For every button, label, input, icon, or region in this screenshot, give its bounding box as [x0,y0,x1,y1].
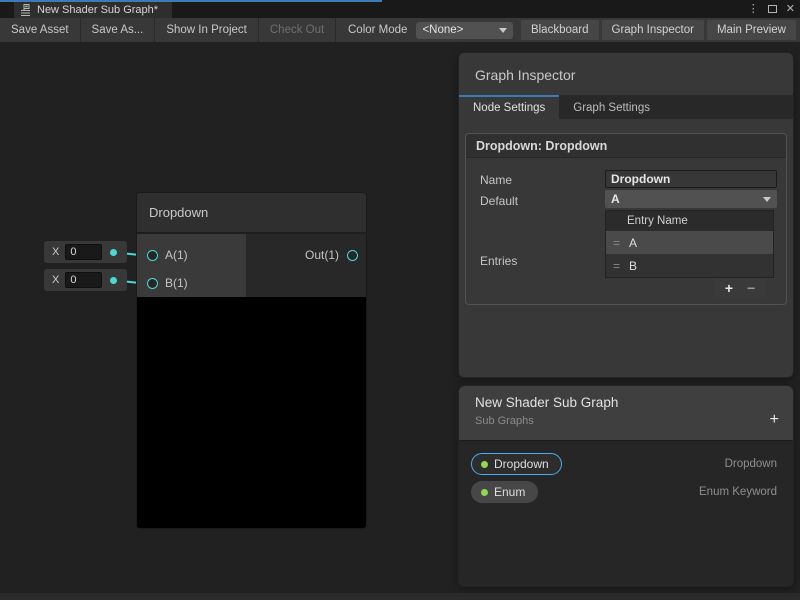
toolbar: Save Asset Save As... Show In Project Ch… [0,18,800,42]
show-in-project-button[interactable]: Show In Project [155,18,259,42]
output-port-label: Out(1) [305,248,339,262]
property-dot-icon [481,489,488,496]
blackboard-panel: New Shader Sub Graph Sub Graphs + Dropdo… [458,385,794,587]
window-controls: ⋮ ✕ [748,0,795,18]
check-out-button: Check Out [259,18,336,42]
default-dropdown[interactable]: A [605,190,777,208]
section-body: Name Default A Entries Entry Name = A = [466,158,786,304]
chevron-down-icon [763,197,771,202]
dropdown-settings-section: Dropdown: Dropdown Name Default A Entrie… [465,133,787,305]
port-value-widget-a: X [44,241,127,263]
input-port-icon[interactable] [147,278,158,289]
default-label: Default [480,194,518,208]
inspector-tabs: Node Settings Graph Settings [459,95,793,119]
tab-graph-settings[interactable]: Graph Settings [559,95,664,119]
main-preview-toggle-button[interactable]: Main Preview [707,20,796,40]
entry-row-a[interactable]: = A [606,231,773,254]
save-as-button[interactable]: Save As... [81,18,156,42]
color-mode-group: Color Mode <None> [348,18,513,42]
inspector-title: Graph Inspector [459,53,793,95]
graph-inspector-toggle-button[interactable]: Graph Inspector [602,20,704,40]
port-connector-dot[interactable] [110,277,117,284]
blackboard-subtitle: Sub Graphs [475,415,534,427]
tab-bar: New Shader Sub Graph* ⋮ ✕ [0,0,800,18]
dropdown-property-pill[interactable]: Dropdown [471,453,562,475]
blackboard-row-dropdown: Dropdown Dropdown [459,450,793,478]
node-preview [137,297,366,528]
property-type: Enum Keyword [699,486,777,498]
tab-title: New Shader Sub Graph* [37,4,158,16]
entry-name: A [629,236,637,250]
blackboard-row-enum: Enum Enum Keyword [459,478,793,506]
toolbar-left-group: Save Asset Save As... Show In Project Ch… [0,18,336,42]
property-type: Dropdown [725,458,777,470]
remove-entry-button[interactable]: − [747,281,755,295]
menu-icon[interactable]: ⋮ [748,4,759,15]
section-header: Dropdown: Dropdown [466,134,786,158]
drag-handle-icon[interactable]: = [613,259,620,273]
axis-label: X [52,274,59,286]
property-name: Enum [494,485,525,499]
add-entry-button[interactable]: + [725,281,733,295]
node-inputs: A(1) B(1) [137,234,246,297]
color-mode-value: <None> [422,24,463,36]
entry-name: B [629,259,637,273]
input-port-icon[interactable] [147,250,158,261]
graph-inspector-panel: Graph Inspector Node Settings Graph Sett… [458,52,794,378]
entries-list-footer: + − [714,278,766,298]
node-title: Dropdown [149,205,208,220]
blackboard-title: New Shader Sub Graph [475,395,618,410]
enum-property-pill[interactable]: Enum [471,481,538,503]
port-value-input-a[interactable] [65,244,102,260]
port-value-widget-b: X [44,269,127,291]
port-connector-dot[interactable] [110,249,117,256]
add-property-button[interactable]: + [770,412,779,428]
tab-new-shader-sub-graph[interactable]: New Shader Sub Graph* [14,2,172,18]
blackboard-toggle-button[interactable]: Blackboard [521,20,599,40]
tab-node-settings[interactable]: Node Settings [459,95,559,119]
node-port-area: A(1) B(1) Out(1) [137,234,366,297]
maximize-icon[interactable] [768,5,777,13]
axis-label: X [52,246,59,258]
port-value-input-b[interactable] [65,272,102,288]
close-icon[interactable]: ✕ [786,4,795,15]
entries-header: Entry Name [606,211,773,231]
entries-label: Entries [480,254,517,268]
input-port-row-a: A(1) [137,241,246,269]
entry-row-b[interactable]: = B [606,254,773,277]
shader-graph-icon [20,4,32,16]
entries-list: Entry Name = A = B [605,210,774,278]
color-mode-label: Color Mode [348,24,407,36]
default-value: A [611,192,620,206]
name-label: Name [480,173,512,187]
name-input[interactable] [605,170,777,188]
blackboard-header[interactable]: New Shader Sub Graph Sub Graphs + [459,386,793,441]
property-name: Dropdown [494,457,549,471]
shader-graph-window: New Shader Sub Graph* ⋮ ✕ Save Asset Sav… [0,0,800,600]
drag-handle-icon[interactable]: = [613,236,620,250]
toolbar-right-group: Blackboard Graph Inspector Main Preview [521,20,796,40]
input-port-row-b: B(1) [137,269,246,297]
window-bottom-edge [0,593,800,600]
input-port-label: B(1) [165,276,188,290]
dropdown-node[interactable]: Dropdown A(1) B(1) Out(1) [136,192,367,529]
output-port-row: Out(1) [246,241,366,269]
output-port-icon[interactable] [347,250,358,261]
blackboard-items: Dropdown Dropdown Enum Enum Keyword [459,441,793,506]
node-outputs: Out(1) [246,234,366,297]
property-dot-icon [481,461,488,468]
chevron-down-icon [499,28,507,33]
color-mode-dropdown[interactable]: <None> [416,22,513,39]
input-port-label: A(1) [165,248,188,262]
node-title-bar[interactable]: Dropdown [137,193,366,234]
save-asset-button[interactable]: Save Asset [0,18,81,42]
